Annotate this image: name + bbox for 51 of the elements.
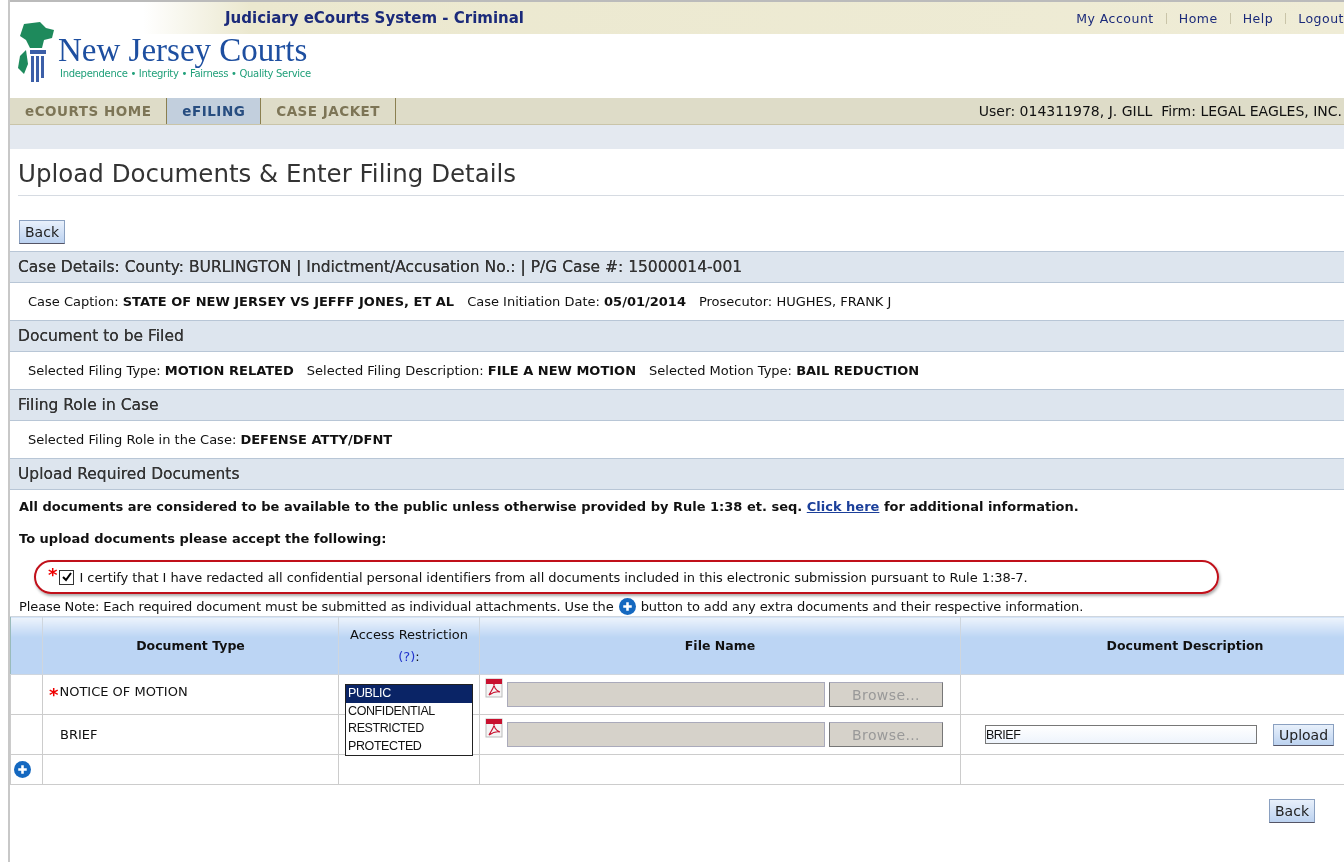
notice-text: All documents are considered to be available to the public unless otherwise provided by Rule 1:38 et. seq. Click here for additional information. [19,499,1080,514]
column-header: Document Type [42,616,339,675]
back-button[interactable]: Back [19,220,65,244]
back-button[interactable]: Back [1269,799,1315,823]
pdf-icon [485,718,503,738]
certify-checkbox[interactable] [59,569,75,585]
note-text: button to add any extra documents and their respective information. [640,599,1084,614]
section-heading: Upload Required Documents [10,458,1344,490]
add-icon[interactable] [14,761,31,778]
nav-tab[interactable]: eFILING [167,98,262,124]
field-text: Case Initiation Date: 05/01/2014 [467,293,686,309]
column-header: Document Description [960,616,1344,675]
access-option[interactable]: PUBLIC [346,685,472,703]
access-option[interactable]: CONFIDENTIAL [346,702,472,720]
section-heading: Document to be Filed [10,320,1344,352]
access-listbox[interactable]: PUBLIC CONFIDENTIAL RESTRICTED PROTECTED [345,684,473,756]
required-mark: * [49,684,59,705]
click-here-link[interactable]: Click here [806,499,880,514]
upload-button[interactable]: Upload [1273,723,1335,746]
document-type: BRIEF [60,727,98,742]
accept-prompt: To upload documents please accept the following: [19,531,388,546]
logo-tagline: Independence • Integrity • Fairness • Quality Service [60,68,311,79]
field-text: Selected Filing Role in the Case: DEFENSE ATTY/DFNT [28,431,393,447]
system-title: Judiciary eCourts System - Criminal [225,9,524,27]
column-header: Access Restriction (?): [338,616,480,675]
file-name-field[interactable] [507,722,825,747]
access-option[interactable]: PROTECTED [346,737,472,755]
header-link[interactable]: Logout [1298,10,1344,26]
field-text: Selected Motion Type: BAIL REDUCTION [649,362,920,378]
document-type: NOTICE OF MOTION [59,684,188,699]
description-field[interactable]: BRIEF [985,725,1257,744]
required-mark: * [48,564,58,585]
section-heading: Case Details: County: BURLINGTON | Indictment/Accusation No.: | P/G Case #: 15000014-001 [10,251,1344,283]
certify-text: I certify that I have redacted all confidential personal identifiers from all documents included in this electronic submission pursuant to Rule 1:38-7. [79,569,1028,585]
access-option[interactable]: RESTRICTED [346,720,472,738]
pdf-icon [485,678,503,698]
page-title: Upload Documents & Enter Filing Details [18,159,1344,196]
user-info: User: 014311978, J. GILL Firm: LEGAL EAGLES, INC. [978,103,1343,119]
field-text: Case Caption: STATE OF NEW JERSEY VS JEFFF JONES, ET AL [28,293,455,309]
note-text: Please Note: Each required document must be submitted as individual attachments. Use the [19,599,614,614]
header-link[interactable]: Help [1242,10,1274,26]
add-icon [618,598,636,615]
field-text: Selected Filing Description: FILE A NEW MOTION [306,362,637,378]
header-link[interactable]: Home [1178,10,1218,26]
logo-name: New Jersey Courts [58,32,309,68]
field-text: Selected Filing Type: MOTION RELATED [28,362,294,378]
file-name-field[interactable] [507,682,825,707]
field-text: Prosecutor: HUGHES, FRANK J [698,293,892,309]
section-heading: Filing Role in Case [10,389,1344,421]
column-header: File Name [479,616,961,675]
header-link[interactable]: My Account [1076,10,1154,26]
